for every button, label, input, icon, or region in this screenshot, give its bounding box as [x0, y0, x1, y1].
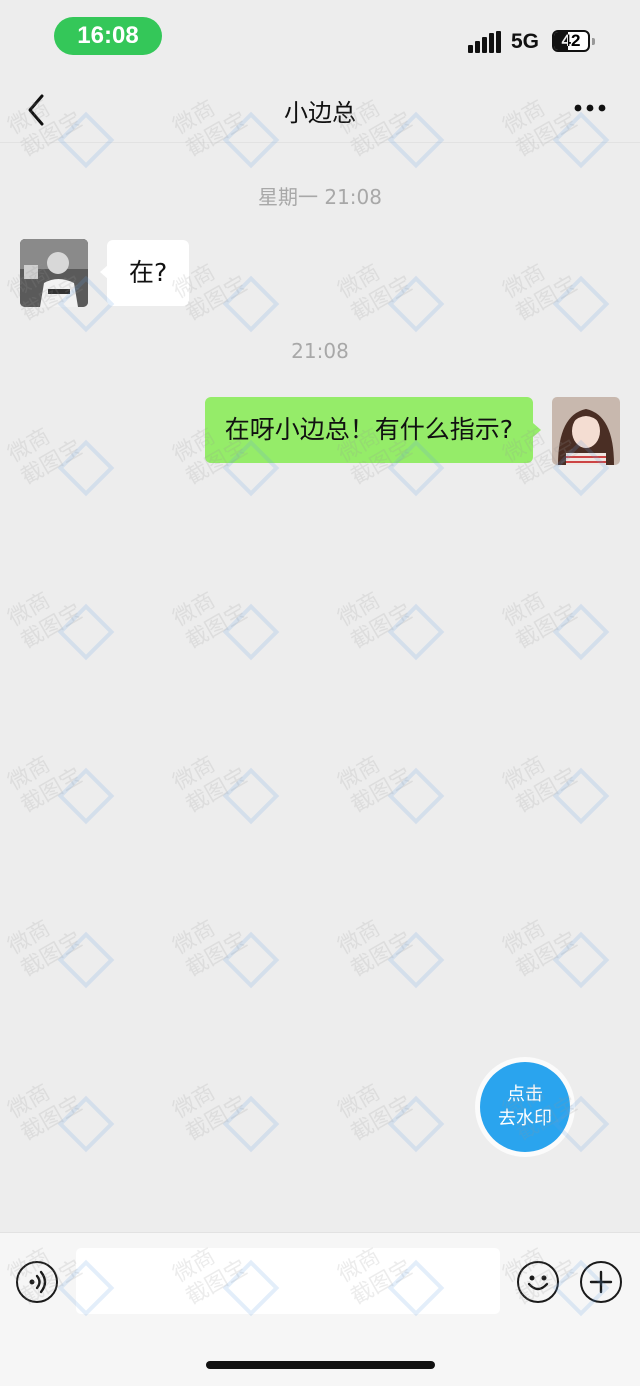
watermark-tile: 微商 截图宝	[499, 734, 619, 854]
home-indicator[interactable]	[206, 1361, 435, 1369]
watermark-tile: 微商 截图宝	[169, 570, 289, 690]
watermark-logo-icon	[387, 931, 445, 989]
watermark-tile: 微商 截图宝	[169, 734, 289, 854]
plus-button[interactable]	[580, 1261, 622, 1303]
watermark-text: 微商 截图宝	[499, 915, 582, 983]
self-avatar[interactable]	[552, 397, 620, 465]
watermark-logo-icon	[222, 275, 280, 333]
battery-level: 42	[561, 31, 581, 50]
watermark-tile: 微商 截图宝	[4, 898, 124, 1018]
emoji-button[interactable]	[517, 1261, 559, 1303]
watermark-logo-icon	[222, 931, 280, 989]
self-avatar-image	[552, 397, 620, 465]
watermark-logo-icon	[387, 275, 445, 333]
watermark-text: 微商 截图宝	[169, 751, 252, 819]
watermark-text: 微商 截图宝	[169, 587, 252, 655]
watermark-tile: 微商 截图宝	[4, 1062, 124, 1182]
battery-cap	[592, 38, 595, 45]
fab-label-line2: 去水印	[498, 1108, 552, 1129]
watermark-tile: 微商 截图宝	[499, 570, 619, 690]
contact-avatar[interactable]	[20, 239, 88, 307]
more-horizontal-icon	[574, 104, 606, 112]
contact-avatar-image	[20, 239, 88, 307]
watermark-text: 微商 截图宝	[499, 751, 582, 819]
status-bar: 16:08 5G 42	[0, 0, 640, 80]
watermark-logo-icon	[552, 931, 610, 989]
watermark-tile: 微商 截图宝	[4, 406, 124, 526]
watermark-tile: 微商 截图宝	[169, 898, 289, 1018]
emoji-icon	[527, 1275, 549, 1291]
status-time: 16:08	[54, 17, 162, 55]
voice-button[interactable]	[16, 1261, 58, 1303]
watermark-logo-icon	[57, 439, 115, 497]
chat-title: 小边总	[284, 99, 356, 127]
message-input[interactable]	[76, 1248, 500, 1314]
watermark-tile: 微商 截图宝	[334, 734, 454, 854]
watermark-logo-icon	[57, 931, 115, 989]
watermark-tile: 微商 截图宝	[4, 734, 124, 854]
watermark-text: 微商 截图宝	[334, 587, 417, 655]
watermark-logo-icon	[552, 767, 610, 825]
watermark-tile: 微商 截图宝	[4, 570, 124, 690]
watermark-text: 微商 截图宝	[4, 1079, 87, 1147]
watermark-text: 微商 截图宝	[334, 751, 417, 819]
watermark-text: 微商 截图宝	[4, 751, 87, 819]
watermark-tile: 微商 截图宝	[334, 898, 454, 1018]
watermark-logo-icon	[222, 603, 280, 661]
watermark-logo-icon	[552, 603, 610, 661]
watermark-text: 微商 截图宝	[169, 915, 252, 983]
watermark-logo-icon	[387, 767, 445, 825]
more-button[interactable]	[570, 96, 610, 120]
message-timestamp: 21:08	[291, 339, 349, 363]
incoming-message[interactable]: 在?	[107, 240, 190, 306]
watermark-text: 微商 截图宝	[4, 587, 87, 655]
watermark-logo-icon	[552, 275, 610, 333]
watermark-logo-icon	[222, 767, 280, 825]
watermark-logo-icon	[57, 603, 115, 661]
watermark-tile: 微商 截图宝	[334, 1062, 454, 1182]
watermark-text: 微商 截图宝	[334, 915, 417, 983]
watermark-logo-icon	[57, 767, 115, 825]
bubble-tail	[533, 423, 541, 437]
signal-icon	[468, 31, 502, 53]
watermark-logo-icon	[387, 603, 445, 661]
nav-bar: 小边总	[0, 80, 640, 143]
watermark-tile: 微商 截图宝	[334, 570, 454, 690]
watermark-text: 微商 截图宝	[169, 1079, 252, 1147]
fab-label-line1: 点击	[507, 1084, 543, 1105]
battery-icon: 42	[552, 30, 590, 52]
watermark-text: 微商 截图宝	[4, 915, 87, 983]
watermark-text: 微商 截图宝	[334, 259, 417, 327]
watermark-tile: 微商 截图宝	[499, 898, 619, 1018]
watermark-logo-icon	[387, 1095, 445, 1153]
watermark-tile: 微商 截图宝	[169, 1062, 289, 1182]
watermark-text: 微商 截图宝	[334, 1079, 417, 1147]
voice-icon	[29, 1270, 47, 1294]
watermark-logo-icon	[222, 1095, 280, 1153]
remove-watermark-button[interactable]: 点击 去水印	[480, 1062, 570, 1152]
watermark-text: 微商 截图宝	[499, 259, 582, 327]
plus-icon	[589, 1270, 613, 1294]
watermark-text: 微商 截图宝	[499, 587, 582, 655]
message-timestamp: 星期一 21:08	[258, 185, 382, 209]
watermark-logo-icon	[57, 1095, 115, 1153]
outgoing-message[interactable]: 在呀小边总！有什么指示?	[204, 397, 533, 463]
watermark-text: 微商 截图宝	[4, 423, 87, 491]
network-label: 5G	[511, 30, 540, 53]
